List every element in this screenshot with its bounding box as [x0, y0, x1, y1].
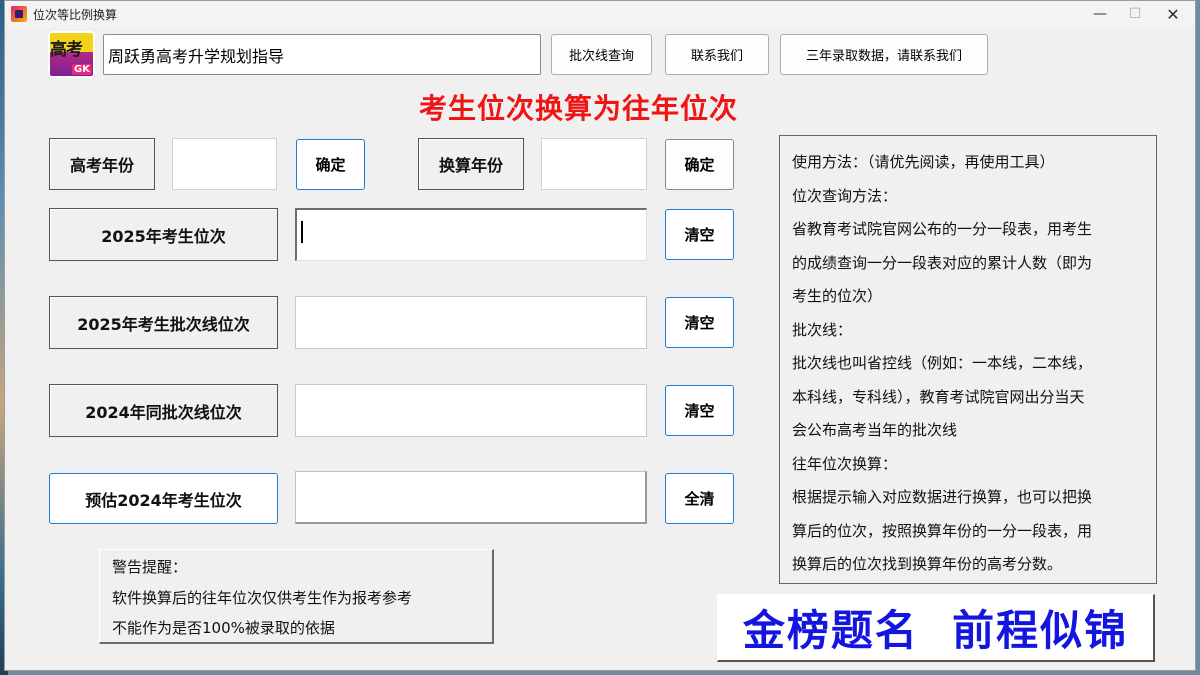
warning-title: 警告提醒：: [112, 558, 188, 576]
confirm-convert-year-button[interactable]: 确定: [665, 139, 734, 190]
header-title-field[interactable]: 周跃勇高考升学规划指导: [103, 34, 541, 75]
window-title: 位次等比例换算: [33, 8, 118, 22]
batch-line-rank-2024-label: 2024年同批次线位次: [49, 384, 278, 437]
logo-text-top: 高考: [50, 40, 83, 60]
estimated-rank-2024-label: 预估2024年考生位次: [49, 473, 278, 524]
help-line: 的成绩查询一分一段表对应的累计人数（即为: [792, 253, 1093, 272]
batch-line-rank-2025-label: 2025年考生批次线位次: [49, 296, 278, 349]
batch-line-query-button[interactable]: 批次线查询: [551, 34, 652, 75]
help-line: 根据提示输入对应数据进行换算，也可以把换: [792, 488, 1093, 506]
close-icon[interactable]: ✕: [1151, 1, 1195, 27]
help-line: 位次查询方法：: [792, 186, 898, 205]
help-line: 换算后的位次找到换算年份的高考分数。: [792, 555, 1063, 573]
help-line: 本科线，专科线），教育考试院官网出分当天: [792, 387, 1085, 406]
app-icon: [11, 6, 27, 22]
confirm-exam-year-button[interactable]: 确定: [296, 139, 365, 190]
convert-year-input[interactable]: [541, 138, 647, 190]
contact-us-button[interactable]: 联系我们: [665, 34, 769, 75]
help-line: 省教育考试院官网公布的一分一段表，用考生: [792, 220, 1093, 238]
app-window: 位次等比例换算 — ☐ ✕ 高考 GK 周跃勇高考升学规划指导 批次线查询 联系…: [4, 0, 1196, 671]
text-cursor: [301, 221, 303, 243]
rank-2025-label: 2025年考生位次: [49, 208, 278, 261]
help-line: 往年位次换算：: [792, 454, 898, 473]
slogan-banner: 金榜题名 前程似锦: [717, 594, 1155, 662]
title-bar: 位次等比例换算 — ☐ ✕: [5, 1, 1195, 27]
exam-year-input[interactable]: [172, 138, 277, 190]
clear-batch-line-rank-2025-button[interactable]: 清空: [665, 297, 734, 348]
batch-line-rank-2024-input[interactable]: [295, 384, 647, 437]
logo-text-bottom: GK: [72, 64, 92, 75]
help-line: 使用方法：（请优先阅读，再使用工具）: [792, 153, 1055, 171]
clear-all-button[interactable]: 全清: [665, 473, 734, 524]
help-line: 考生的位次）: [792, 287, 883, 305]
exam-year-label: 高考年份: [49, 138, 155, 190]
estimated-rank-2024-output: [295, 471, 647, 524]
warning-line: 软件换算后的往年位次仅供考生作为报考参考: [112, 588, 413, 607]
warning-panel: 警告提醒： 软件换算后的往年位次仅供考生作为报考参考 不能作为是否100%被录取…: [99, 549, 494, 644]
clear-rank-2025-button[interactable]: 清空: [665, 209, 734, 260]
clear-batch-line-rank-2024-button[interactable]: 清空: [665, 385, 734, 436]
warning-line: 不能作为是否100%被录取的依据: [112, 619, 335, 637]
help-line: 会公布高考当年的批次线: [792, 421, 958, 439]
help-line: 批次线：: [792, 320, 853, 339]
three-year-data-button[interactable]: 三年录取数据，请联系我们: [780, 34, 988, 75]
convert-year-label: 换算年份: [418, 138, 524, 190]
app-logo: 高考 GK: [48, 31, 95, 78]
rank-2025-input[interactable]: [295, 208, 647, 261]
help-line: 批次线也叫省控线（例如：一本线，二本线，: [792, 354, 1093, 372]
batch-line-rank-2025-input[interactable]: [295, 296, 647, 349]
usage-instructions-panel: 使用方法：（请优先阅读，再使用工具） 位次查询方法： 省教育考试院官网公布的一分…: [779, 135, 1157, 584]
main-title: 考生位次换算为往年位次: [419, 92, 739, 125]
help-line: 算后的位次，按照换算年份的一分一段表，用: [792, 521, 1093, 540]
